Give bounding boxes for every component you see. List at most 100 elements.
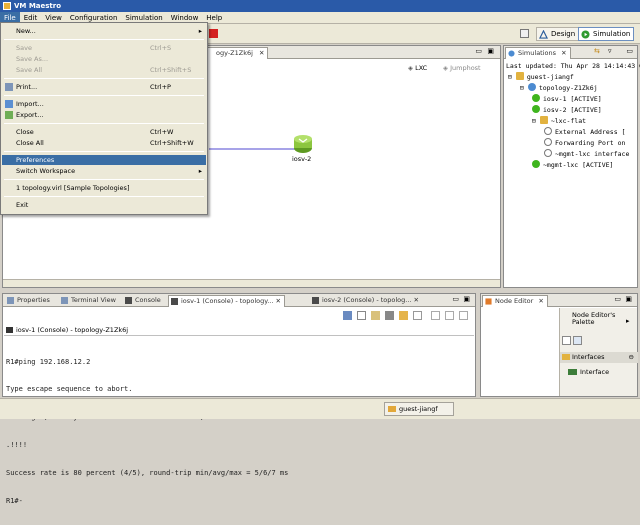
expand-toggle-icon[interactable]: ⊟ <box>520 84 528 92</box>
tree-item[interactable]: ~mgmt-lxc interface <box>544 149 629 159</box>
interface-tool-label: Interface <box>580 368 610 376</box>
open-perspective-icon[interactable] <box>520 29 529 38</box>
copy-icon[interactable] <box>413 311 422 320</box>
tree-item[interactable]: iosv-2 [ACTIVE] <box>532 105 602 115</box>
menu-item-close[interactable]: Close Ctrl+W <box>2 127 206 137</box>
collapse-palette-icon[interactable]: ▸ <box>626 317 630 325</box>
unknown-icon <box>544 138 552 146</box>
menu-item-label: New... <box>16 27 36 35</box>
console-icon <box>6 327 13 333</box>
menu-item-label: 1 topology.virl [Sample Topologies] <box>16 184 130 192</box>
user-label: guest-jiangf <box>399 405 438 413</box>
router-node-icon[interactable] <box>293 134 313 154</box>
console-toolbar <box>343 311 473 321</box>
bottom-tab-label: iosv-2 (Console) - topolog... <box>322 296 412 304</box>
simulations-tab[interactable]: Simulations ✕ <box>505 47 571 59</box>
expand-toggle-icon[interactable]: ⊟ <box>508 73 516 81</box>
maximize-icon[interactable]: ▣ <box>487 47 494 55</box>
node-editor-tab-label: Node Editor <box>495 297 534 305</box>
display-icon[interactable] <box>431 311 440 320</box>
maximize-icon[interactable]: ▣ <box>463 295 470 303</box>
console-line: R1#- <box>6 497 23 506</box>
minimize-icon[interactable]: ▭ <box>626 47 633 55</box>
close-icon[interactable]: ✕ <box>538 297 543 305</box>
editor-tab-topology[interactable]: ogy-Z1Zk6j ✕ <box>203 47 269 59</box>
menu-item-exit[interactable]: Exit <box>2 200 206 210</box>
menu-item-close-all[interactable]: Close All Ctrl+Shift+W <box>2 138 206 148</box>
clear-icon[interactable] <box>371 311 380 320</box>
import-icon <box>5 100 13 108</box>
bottom-tab[interactable]: iosv-1 (Console) - topology... ✕ <box>168 295 285 307</box>
minimize-icon[interactable]: ▭ <box>452 295 459 303</box>
menu-item-save-as[interactable]: Save As... <box>2 54 206 64</box>
console-output[interactable]: R1#ping 192.168.12.2 Type escape sequenc… <box>6 339 471 505</box>
simulation-perspective-button[interactable]: Simulation <box>578 27 635 41</box>
active-icon <box>532 94 540 102</box>
network-link[interactable] <box>209 148 297 150</box>
menu-item-preferences[interactable]: Preferences <box>2 155 206 165</box>
tree-item[interactable]: External Address [ <box>544 127 625 137</box>
menu-item-import[interactable]: Import... <box>2 99 206 109</box>
collapse-drawer-icon[interactable]: ⊖ <box>629 352 634 362</box>
unknown-icon <box>544 149 552 157</box>
minimize-icon[interactable]: ▭ <box>614 295 621 303</box>
tree-item[interactable]: ⊟ ~lxc-flat <box>532 116 586 126</box>
simulation-label: Simulation <box>593 30 631 38</box>
lxc-selector[interactable]: ◈ LXC <box>408 64 427 72</box>
tree-item-label: ~lxc-flat <box>550 117 587 125</box>
stop-icon[interactable] <box>209 29 218 38</box>
palette: Node Editor's Palette ▸ Interfaces ⊖ Int… <box>559 308 638 396</box>
bottom-tab-label: Console <box>135 296 161 304</box>
marquee-tool-icon[interactable] <box>573 336 582 345</box>
console-header-text: iosv-1 (Console) - topology-Z1Zk6j <box>16 326 129 334</box>
menu-item-print[interactable]: Print... Ctrl+P <box>2 82 206 92</box>
menu-item-switch-workspace[interactable]: Switch Workspace ▸ <box>2 166 206 176</box>
close-icon[interactable]: ✕ <box>411 296 419 304</box>
tree-item[interactable]: ⊟ guest-jiangf <box>508 72 574 82</box>
pin-icon[interactable] <box>357 311 366 320</box>
view-menu-icon[interactable]: ▿ <box>608 47 612 55</box>
scroll-lock-icon[interactable] <box>385 311 394 320</box>
minimize-icon[interactable]: ▭ <box>475 47 482 55</box>
interfaces-drawer-label: Interfaces <box>572 353 605 361</box>
menu-item-save[interactable]: Save Ctrl+S <box>2 43 206 53</box>
tree-item[interactable]: Forwarding Port on <box>544 138 625 148</box>
tree-item-label: ~mgmt-lxc [ACTIVE] <box>543 161 614 169</box>
open-console-icon[interactable] <box>445 311 454 320</box>
menu-item-new[interactable]: New... ▸ <box>2 26 206 36</box>
node-editor-tab[interactable]: Node Editor ✕ <box>482 295 548 307</box>
jumphost-selector[interactable]: ◈ Jumphost <box>443 64 481 72</box>
menu-item-1-topology-virl-sample-topologies[interactable]: 1 topology.virl [Sample Topologies] <box>2 183 206 193</box>
tree-item-label: Forwarding Port on <box>555 139 626 147</box>
interface-tool[interactable]: Interface <box>568 367 609 377</box>
menu-item-save-all[interactable]: Save All Ctrl+Shift+S <box>2 65 206 75</box>
menu-item-label: Export... <box>16 111 44 119</box>
new-console-icon[interactable] <box>459 311 468 320</box>
expand-toggle-icon[interactable]: ⊟ <box>532 117 540 125</box>
close-icon[interactable]: ✕ <box>259 49 264 57</box>
sync-icon[interactable]: ⇆ <box>594 47 600 55</box>
terminal-icon[interactable] <box>343 311 352 320</box>
tree-item[interactable]: ⊟ topology-Z1Zk6j <box>520 83 598 93</box>
maximize-icon[interactable]: ▣ <box>625 295 632 303</box>
bottom-tab[interactable]: Properties <box>5 295 53 307</box>
tree-item[interactable]: ~mgmt-lxc [ACTIVE] <box>532 160 613 170</box>
bottom-tab-label: iosv-1 (Console) - topology... <box>181 297 274 305</box>
tree-item[interactable]: iosv-1 [ACTIVE] <box>532 94 602 104</box>
close-icon[interactable]: ✕ <box>273 297 280 305</box>
save-log-icon[interactable] <box>399 311 408 320</box>
router-node-label: iosv-2 <box>292 155 312 163</box>
horizontal-scrollbar[interactable] <box>3 279 500 287</box>
jumphost-icon: ◈ <box>443 64 448 72</box>
bottom-tab[interactable]: Console <box>123 295 164 307</box>
close-icon[interactable]: ✕ <box>561 49 566 57</box>
bottom-tab[interactable]: Terminal View <box>59 295 119 307</box>
interfaces-drawer[interactable]: Interfaces ⊖ <box>560 352 638 363</box>
design-perspective-button[interactable]: Design <box>536 27 580 41</box>
console-line: Success rate is 80 percent (4/5), round-… <box>6 469 289 478</box>
select-tool-icon[interactable] <box>562 336 571 345</box>
menu-item-label: Save All <box>16 66 43 74</box>
bottom-tab[interactable]: iosv-2 (Console) - topolog... ✕ <box>310 295 422 307</box>
menu-item-export[interactable]: Export... <box>2 110 206 120</box>
user-indicator[interactable]: guest-jiangf <box>384 402 454 416</box>
